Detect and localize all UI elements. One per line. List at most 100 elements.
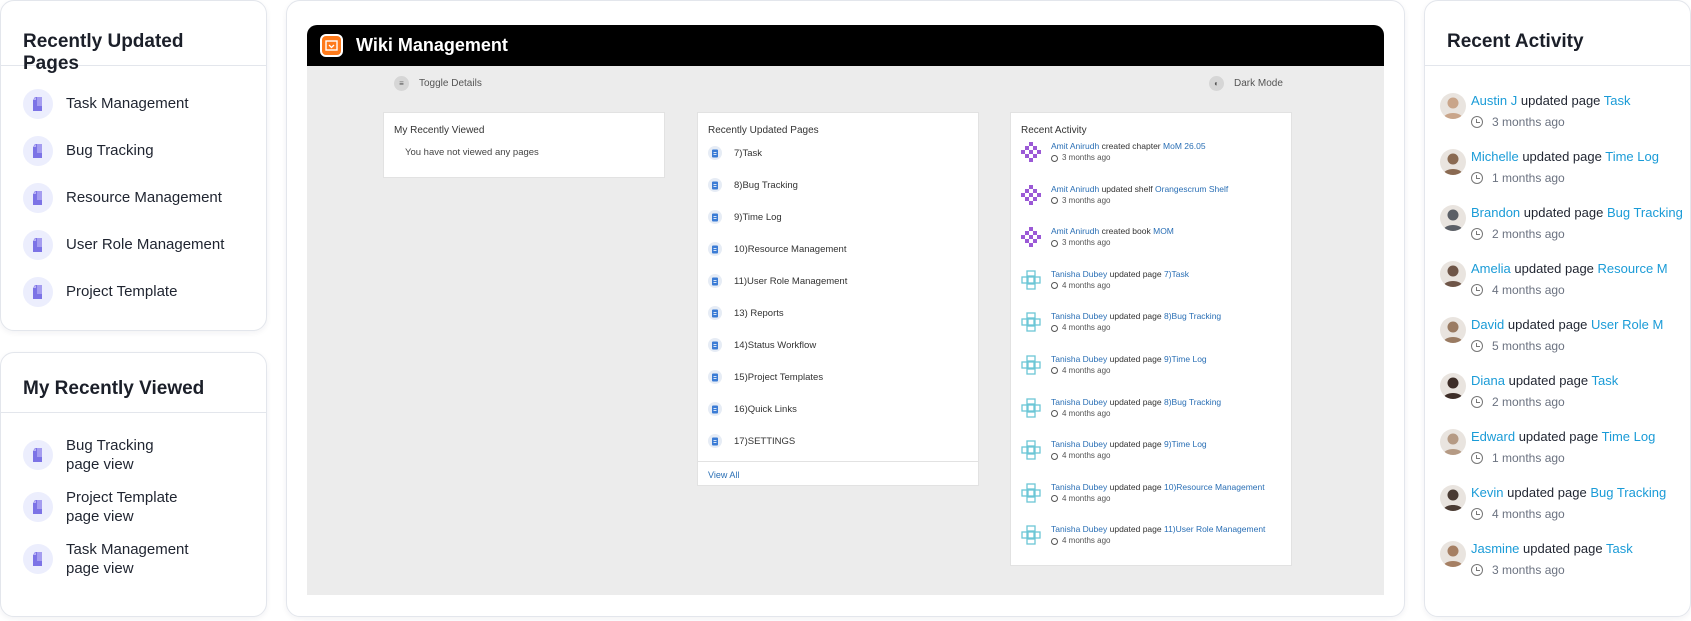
activity-user-link[interactable]: David <box>1471 317 1504 332</box>
inner-activity-item: Tanisha Dubey updated page 9)Time Log 4 m… <box>1011 438 1291 481</box>
activity-action: updated page <box>1109 439 1162 450</box>
inner-page-item[interactable]: 10)Resource Management <box>698 233 978 265</box>
activity-user-link[interactable]: Amit Anirudh <box>1051 226 1099 236</box>
activity-user-link[interactable]: Amit Anirudh <box>1051 184 1099 194</box>
activity-user-link[interactable]: Tanisha Dubey <box>1051 269 1107 279</box>
activity-target-link[interactable]: 9)Time Log <box>1164 439 1207 449</box>
activity-target-link[interactable]: 7)Task <box>1164 269 1189 279</box>
inner-page-item[interactable]: 17)SETTINGS <box>698 425 978 457</box>
activity-user-link[interactable]: Kevin <box>1471 485 1504 500</box>
recent-activity-text: Diana updated page Task 2 months ago <box>1471 371 1618 427</box>
recently-viewed-item-name: Task Management <box>66 541 189 558</box>
clock-icon <box>1051 324 1058 332</box>
activity-user-link[interactable]: Michelle <box>1471 149 1519 164</box>
activity-target-link[interactable]: MoM 26.05 <box>1163 141 1206 151</box>
activity-action: updated page <box>1109 524 1162 535</box>
activity-user-link[interactable]: Tanisha Dubey <box>1051 524 1107 534</box>
inner-activity-time-row: 4 months ago <box>1051 322 1221 334</box>
recent-activity-line: Diana updated page Task <box>1471 371 1618 391</box>
activity-target-link[interactable]: Task <box>1592 373 1619 388</box>
recently-viewed-item[interactable]: Bug Tracking page view <box>1 436 266 488</box>
app-title: Wiki Management <box>356 35 508 55</box>
inner-activity-time-row: 4 months ago <box>1051 535 1265 547</box>
activity-user-link[interactable]: Diana <box>1471 373 1505 388</box>
recent-activity-line: Brandon updated page Bug Tracking <box>1471 203 1683 223</box>
dark-mode-label: Dark Mode <box>1234 78 1283 89</box>
activity-action: updated page <box>1507 485 1587 500</box>
toggle-details-label: Toggle Details <box>419 78 482 89</box>
activity-target-link[interactable]: 8)Bug Tracking <box>1164 311 1221 321</box>
recent-activity-text: David updated page User Role M 5 months a… <box>1471 315 1663 371</box>
clock-icon <box>1051 239 1058 247</box>
activity-user-link[interactable]: Amelia <box>1471 261 1511 276</box>
recently-updated-item[interactable]: User Role Management <box>1 221 266 268</box>
recently-updated-item[interactable]: Resource Management <box>1 174 266 221</box>
inner-page-item[interactable]: 9)Time Log <box>698 201 978 233</box>
clock-icon <box>1471 340 1483 352</box>
inner-page-item[interactable]: 8)Bug Tracking <box>698 169 978 201</box>
activity-target-link[interactable]: Task <box>1604 93 1631 108</box>
inner-page-label: 16)Quick Links <box>734 403 797 415</box>
inner-page-item[interactable]: 16)Quick Links <box>698 393 978 425</box>
activity-user-link[interactable]: Tanisha Dubey <box>1051 439 1107 449</box>
inner-page-item[interactable]: 7)Task <box>698 137 978 169</box>
inner-activity-time-row: 3 months ago <box>1051 237 1174 249</box>
activity-target-link[interactable]: 9)Time Log <box>1164 354 1207 364</box>
recently-viewed-item[interactable]: Task Management page view <box>1 540 266 592</box>
inner-activity-line: Tanisha Dubey updated page 10)Resource M… <box>1051 481 1265 493</box>
dark-mode-button[interactable]: ◐ Dark Mode <box>1209 76 1283 91</box>
activity-target-link[interactable]: Bug Tracking <box>1607 205 1683 220</box>
recently-viewed-item-sub: page view <box>66 560 134 577</box>
recent-activity-item: Kevin updated page Bug Tracking 4 months … <box>1425 483 1690 539</box>
activity-user-link[interactable]: Tanisha Dubey <box>1051 482 1107 492</box>
user-avatar-icon <box>1021 142 1041 162</box>
inner-recent-activity-card: Recent Activity Amit Anirudh created cha… <box>1010 112 1292 566</box>
recently-viewed-item[interactable]: Project Template page view <box>1 488 266 540</box>
activity-target-link[interactable]: Bug Tracking <box>1590 485 1666 500</box>
activity-user-link[interactable]: Tanisha Dubey <box>1051 397 1107 407</box>
activity-target-link[interactable]: Orangescrum Shelf <box>1155 184 1228 194</box>
clock-icon <box>1051 154 1058 162</box>
activity-target-link[interactable]: Task <box>1606 541 1633 556</box>
activity-time: 4 months ago <box>1492 283 1565 297</box>
recent-activity-text: Michelle updated page Time Log 1 months a… <box>1471 147 1659 203</box>
inner-activity-item: Tanisha Dubey updated page 11)User Role … <box>1011 523 1291 566</box>
activity-user-link[interactable]: Edward <box>1471 429 1515 444</box>
view-all-link[interactable]: View All <box>698 461 978 488</box>
activity-target-link[interactable]: Resource M <box>1598 261 1668 276</box>
recently-updated-item-label: Resource Management <box>66 189 222 206</box>
activity-user-link[interactable]: Brandon <box>1471 205 1520 220</box>
recent-activity-time-row: 1 months ago <box>1471 167 1659 189</box>
clock-icon <box>1051 282 1058 290</box>
user-avatar <box>1440 205 1466 231</box>
activity-target-link[interactable]: 10)Resource Management <box>1164 482 1265 492</box>
activity-user-link[interactable]: Amit Anirudh <box>1051 141 1099 151</box>
activity-target-link[interactable]: 11)User Role Management <box>1164 524 1265 534</box>
activity-action: updated page <box>1109 481 1162 492</box>
inner-page-item[interactable]: 15)Project Templates <box>698 361 978 393</box>
activity-target-link[interactable]: 8)Bug Tracking <box>1164 397 1221 407</box>
inner-page-item[interactable]: 11)User Role Management <box>698 265 978 297</box>
clock-icon <box>1471 284 1483 296</box>
activity-action: updated page <box>1507 317 1588 332</box>
activity-target-link[interactable]: MOM <box>1153 226 1174 236</box>
toggle-details-button[interactable]: ≡ Toggle Details <box>394 76 482 91</box>
activity-user-link[interactable]: Tanisha Dubey <box>1051 311 1107 321</box>
recent-activity-line: Amelia updated page Resource M <box>1471 259 1668 279</box>
recent-activity-line: Michelle updated page Time Log <box>1471 147 1659 167</box>
recently-updated-item[interactable]: Bug Tracking <box>1 127 266 174</box>
activity-target-link[interactable]: User Role M <box>1591 317 1663 332</box>
activity-target-link[interactable]: Time Log <box>1605 149 1659 164</box>
inner-activity-time-row: 3 months ago <box>1051 195 1228 207</box>
activity-action: created book <box>1101 226 1151 237</box>
inner-page-item[interactable]: 13) Reports <box>698 297 978 329</box>
activity-user-link[interactable]: Tanisha Dubey <box>1051 354 1107 364</box>
recently-updated-item[interactable]: Project Template <box>1 268 266 315</box>
inner-activity-item: Amit Anirudh updated shelf Orangescrum S… <box>1011 183 1291 226</box>
activity-time: 3 months ago <box>1062 195 1111 205</box>
activity-user-link[interactable]: Austin J <box>1471 93 1517 108</box>
inner-page-item[interactable]: 14)Status Workflow <box>698 329 978 361</box>
activity-target-link[interactable]: Time Log <box>1602 429 1656 444</box>
activity-user-link[interactable]: Jasmine <box>1471 541 1519 556</box>
recently-updated-item[interactable]: Task Management <box>1 80 266 127</box>
